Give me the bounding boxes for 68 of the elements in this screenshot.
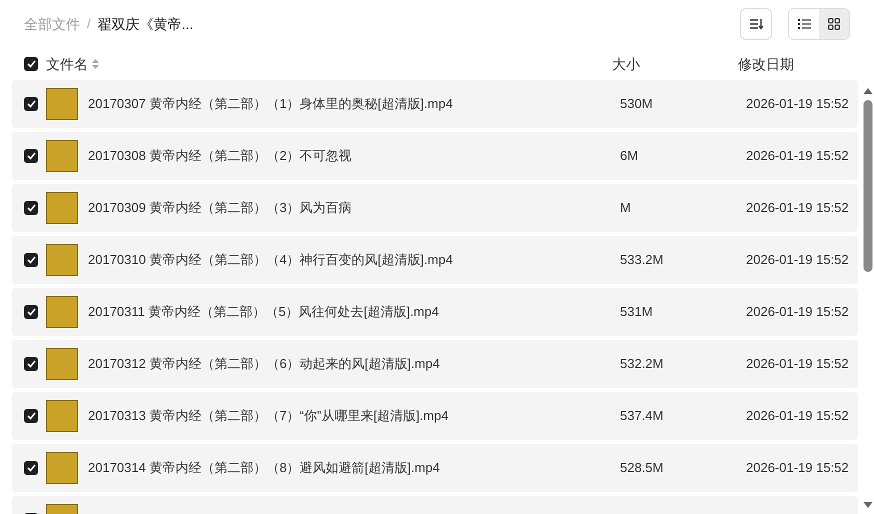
checkmark-icon bbox=[26, 60, 36, 68]
breadcrumb-separator: / bbox=[87, 15, 91, 34]
video-thumbnail-placeholder bbox=[46, 400, 78, 432]
video-thumbnail-placeholder bbox=[46, 452, 78, 484]
file-size: 528.5M bbox=[620, 460, 664, 476]
checkmark-icon bbox=[26, 256, 36, 264]
file-size: 6M bbox=[620, 148, 638, 164]
modified-date: 2026-01-19 15:52 bbox=[746, 252, 849, 268]
file-row[interactable]: 20170308 黄帝内经（第二部）（2）不可忽视 6M 2026-01-19 15:52 bbox=[12, 132, 858, 180]
column-header: 修改日期 bbox=[738, 56, 794, 72]
file-name[interactable]: 20170314 黄帝内经（第二部）（8）避风如避箭[超清版].mp4 bbox=[88, 458, 440, 478]
video-thumbnail-placeholder bbox=[46, 348, 78, 380]
checkmark-icon bbox=[26, 308, 36, 316]
file-size: 537.4M bbox=[620, 408, 664, 424]
video-thumbnail-placeholder bbox=[46, 88, 78, 120]
modified-date: 2026-01-19 15:52 bbox=[746, 200, 849, 216]
column-header: 大小 bbox=[612, 56, 640, 72]
file-row[interactable]: 20170313 黄帝内经（第二部）（7）“你”从哪里来[超清版].mp4 537.4M 2026-01-19 15:52 bbox=[12, 392, 858, 440]
file-row[interactable]: 20170311 黄帝内经（第二部）（5）风往何处去[超清版].mp4 531M 2026-01-19 15:52 bbox=[12, 288, 858, 336]
modified-date: 2026-01-19 15:52 bbox=[746, 356, 849, 372]
row-checkbox[interactable] bbox=[24, 461, 38, 475]
file-name[interactable]: 20170309 黄帝内经（第二部）（3）风为百病 bbox=[88, 198, 352, 218]
modified-date: 2026-01-19 15:52 bbox=[746, 460, 849, 476]
checkmark-icon bbox=[26, 360, 36, 368]
modified-date: 2026-01-19 15:52 bbox=[746, 96, 849, 112]
list-icon bbox=[798, 19, 810, 29]
select-all-checkbox[interactable] bbox=[24, 57, 38, 71]
file-name[interactable]: 20170308 黄帝内经（第二部）（2）不可忽视 bbox=[88, 146, 352, 166]
file-size: 533.2M bbox=[620, 252, 664, 268]
column-header[interactable]: 文件名 bbox=[46, 54, 88, 74]
file-row[interactable]: 20170314 黄帝内经（第二部）（8）避风如避箭[超清版].mp4 528.5M 2026-01-19 15:52 bbox=[12, 444, 858, 492]
row-checkbox[interactable] bbox=[24, 201, 38, 215]
modified-date: 2026-01-19 15:52 bbox=[746, 304, 849, 320]
row-checkbox[interactable] bbox=[24, 357, 38, 371]
row-checkbox[interactable] bbox=[24, 409, 38, 423]
checkmark-icon bbox=[26, 412, 36, 420]
file-size: 530M bbox=[620, 96, 653, 112]
row-checkbox[interactable] bbox=[24, 97, 38, 111]
file-row[interactable]: 20170307 黄帝内经（第二部）（1）身体里的奥秘[超清版].mp4 530M 2026-01-19 15:52 bbox=[12, 80, 858, 128]
file-size: 532.2M bbox=[620, 356, 664, 372]
file-row[interactable]: 20170312 黄帝内经（第二部）（6）动起来的风[超清版].mp4 532.2M 2026-01-19 15:52 bbox=[12, 340, 858, 388]
breadcrumb-current: 翟双庆《黄帝... bbox=[98, 14, 194, 34]
file-size: M bbox=[620, 200, 631, 216]
video-thumbnail-placeholder bbox=[46, 244, 78, 276]
file-name[interactable]: 20170310 黄帝内经（第二部）（4）神行百变的风[超清版].mp4 bbox=[88, 250, 453, 270]
file-name[interactable]: 20170311 黄帝内经（第二部）（5）风往何处去[超清版].mp4 bbox=[88, 302, 439, 322]
checkmark-icon bbox=[26, 152, 36, 160]
video-thumbnail-placeholder bbox=[46, 296, 78, 328]
row-checkbox[interactable] bbox=[24, 253, 38, 267]
file-name[interactable]: 20170313 黄帝内经（第二部）（7）“你”从哪里来[超清版].mp4 bbox=[88, 406, 448, 426]
grid-icon bbox=[828, 18, 840, 30]
checkmark-icon bbox=[26, 100, 36, 108]
modified-date: 2026-01-19 15:52 bbox=[746, 408, 849, 424]
sort-button[interactable] bbox=[740, 8, 772, 40]
row-checkbox[interactable] bbox=[24, 305, 38, 319]
row-checkbox[interactable] bbox=[24, 149, 38, 163]
file-name[interactable]: 20170312 黄帝内经（第二部）（6）动起来的风[超清版].mp4 bbox=[88, 354, 440, 374]
sort-icon bbox=[749, 18, 763, 30]
checkmark-icon bbox=[26, 464, 36, 472]
video-thumbnail-placeholder bbox=[46, 140, 78, 172]
file-size: 531M bbox=[620, 304, 653, 320]
checkmark-icon bbox=[26, 204, 36, 212]
file-name[interactable]: 20170307 黄帝内经（第二部）（1）身体里的奥秘[超清版].mp4 bbox=[88, 94, 453, 114]
modified-date: 2026-01-19 15:52 bbox=[746, 148, 849, 164]
file-row[interactable]: 20170310 黄帝内经（第二部）（4）神行百变的风[超清版].mp4 533.2M 2026-01-19 15:52 bbox=[12, 236, 858, 284]
grid-view-button[interactable] bbox=[819, 9, 849, 39]
file-row[interactable]: 20170309 黄帝内经（第二部）（3）风为百病 M 2026-01-19 15:52 bbox=[12, 184, 858, 232]
video-thumbnail-placeholder bbox=[46, 192, 78, 224]
